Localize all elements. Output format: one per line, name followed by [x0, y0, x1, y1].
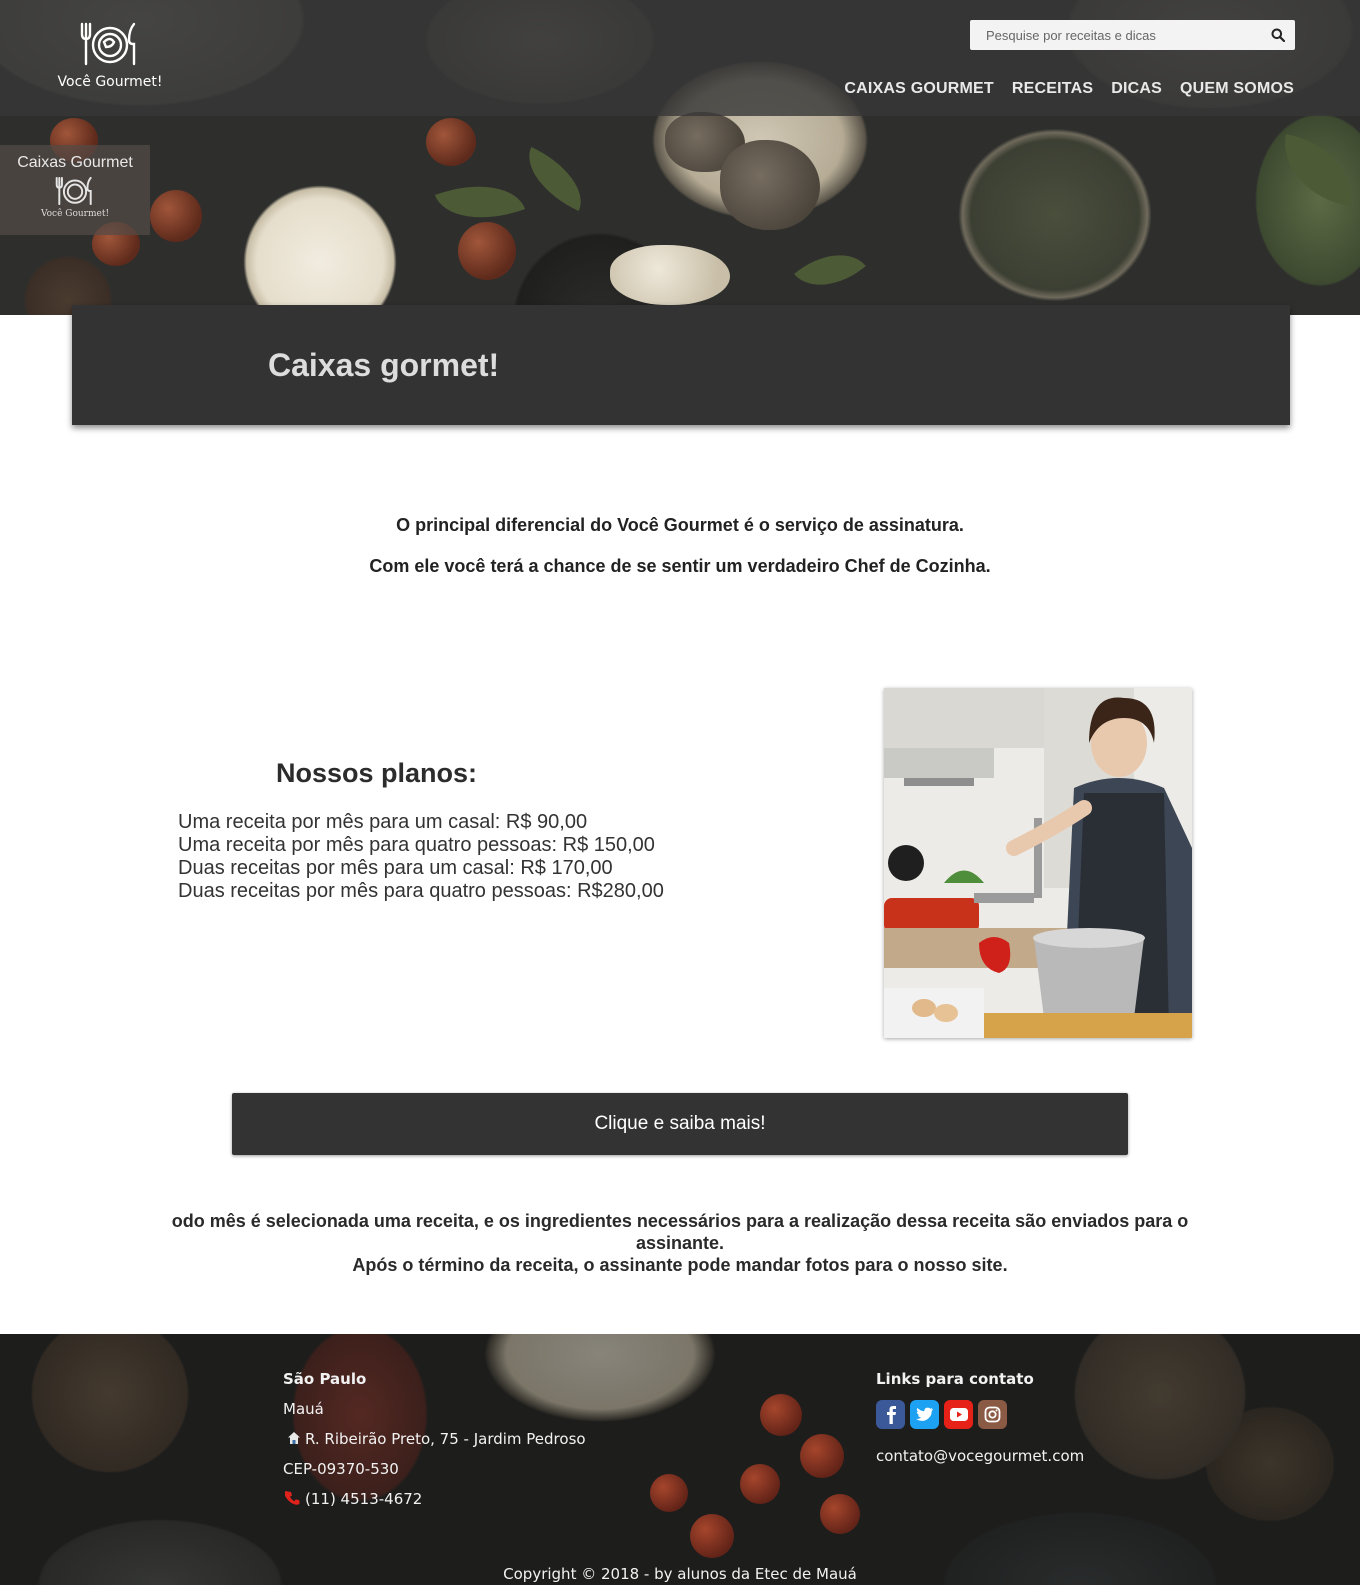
youtube-icon[interactable] — [944, 1400, 973, 1429]
nav-quem-somos[interactable]: QUEM SOMOS — [1180, 80, 1294, 98]
tomato-decoration — [740, 1464, 780, 1504]
page-title-bar: Caixas gormet! — [72, 305, 1290, 425]
side-badge-title: Caixas Gourmet — [17, 154, 133, 171]
tomato-decoration — [800, 1434, 844, 1478]
footer-address: R. Ribeirão Preto, 75 - Jardim Pedroso — [283, 1430, 586, 1448]
description-section: odo mês é selecionada uma receita, e os … — [170, 1210, 1190, 1276]
plate-cutlery-icon — [80, 22, 136, 66]
copyright: Copyright © 2018 - by alunos da Etec de … — [503, 1565, 857, 1583]
footer: São Paulo Mauá R. Ribeirão Preto, 75 - J… — [0, 1334, 1360, 1585]
plate-cutlery-icon — [55, 176, 92, 206]
side-badge[interactable]: Caixas Gourmet Você Gourmet! — [0, 145, 150, 235]
nav-dicas[interactable]: DICAS — [1111, 80, 1162, 98]
leaf-decoration — [1275, 133, 1360, 207]
food-decoration — [720, 140, 820, 230]
search-icon[interactable] — [1271, 28, 1285, 42]
leaf-decoration — [794, 235, 866, 305]
plan-item: Uma receita por mês para um casal: R$ 90… — [178, 811, 588, 833]
learn-more-button[interactable]: Clique e saiba mais! — [232, 1093, 1128, 1155]
tomato-decoration — [690, 1514, 734, 1558]
brand-name: Você Gourmet! — [57, 74, 163, 90]
woman-cooking-photo — [884, 688, 1192, 1038]
tomato-decoration — [820, 1494, 860, 1534]
tomato-decoration — [150, 190, 202, 242]
phone-icon — [284, 1491, 300, 1505]
footer-city: São Paulo — [283, 1370, 367, 1388]
footer-town: Mauá — [283, 1400, 324, 1418]
brand-logo[interactable]: Você Gourmet! — [55, 18, 165, 90]
page-title: Caixas gormet! — [268, 347, 500, 383]
footer-phone[interactable]: (11) 4513-4672 — [283, 1490, 586, 1508]
footer-email[interactable]: contato@vocegourmet.com — [876, 1447, 1084, 1465]
footer-address-text: R. Ribeirão Preto, 75 - Jardim Pedroso — [305, 1430, 586, 1448]
tomato-decoration — [426, 118, 476, 166]
footer-address-column: São Paulo Mauá R. Ribeirão Preto, 75 - J… — [283, 1370, 586, 1508]
intro-line: Com ele você terá a chance de se sentir … — [369, 556, 991, 576]
plan-item: Uma receita por mês para quatro pessoas:… — [178, 834, 655, 856]
home-icon — [288, 1432, 300, 1444]
footer-contact-column: Links para contato contato@vocegourmet.c… — [876, 1370, 1084, 1465]
social-links — [876, 1400, 1084, 1429]
nav-receitas[interactable]: RECEITAS — [1012, 80, 1093, 98]
plan-item: Duas receitas por mês para quatro pessoa… — [178, 880, 664, 902]
instagram-icon[interactable] — [978, 1400, 1007, 1429]
food-decoration — [610, 245, 730, 305]
plan-item: Duas receitas por mês para um casal: R$ … — [178, 857, 613, 879]
intro-line: O principal diferencial do Você Gourmet … — [396, 515, 964, 535]
search-box — [970, 20, 1295, 50]
tomato-decoration — [650, 1474, 688, 1512]
intro-section: O principal diferencial do Você Gourmet … — [0, 515, 1360, 597]
twitter-icon[interactable] — [910, 1400, 939, 1429]
cooking-illustration — [884, 688, 1192, 1038]
nav-caixas-gourmet[interactable]: CAIXAS GOURMET — [844, 80, 993, 98]
footer-links-title: Links para contato — [876, 1370, 1034, 1388]
side-badge-brand: Você Gourmet! — [40, 209, 110, 219]
plans-list: Uma receita por mês para um casal: R$ 90… — [178, 811, 664, 903]
facebook-icon[interactable] — [876, 1400, 905, 1429]
tomato-decoration — [458, 222, 516, 280]
top-navigation-bar: Você Gourmet! CAIXAS GOURMET RECEITAS DI… — [0, 0, 1360, 116]
leaf-decoration — [515, 146, 595, 212]
footer-phone-text: (11) 4513-4672 — [305, 1490, 423, 1508]
description-line: odo mês é selecionada uma receita, e os … — [171, 1211, 1189, 1253]
main-nav: CAIXAS GOURMET RECEITAS DICAS QUEM SOMOS — [844, 80, 1294, 98]
search-input[interactable] — [970, 20, 1266, 50]
plans-title: Nossos planos: — [276, 758, 478, 788]
hero-banner: Você Gourmet! CAIXAS GOURMET RECEITAS DI… — [0, 0, 1360, 315]
description-line: Após o término da receita, o assinante p… — [352, 1255, 1008, 1275]
tomato-decoration — [760, 1394, 802, 1436]
footer-cep: CEP-09370-530 — [283, 1460, 399, 1478]
